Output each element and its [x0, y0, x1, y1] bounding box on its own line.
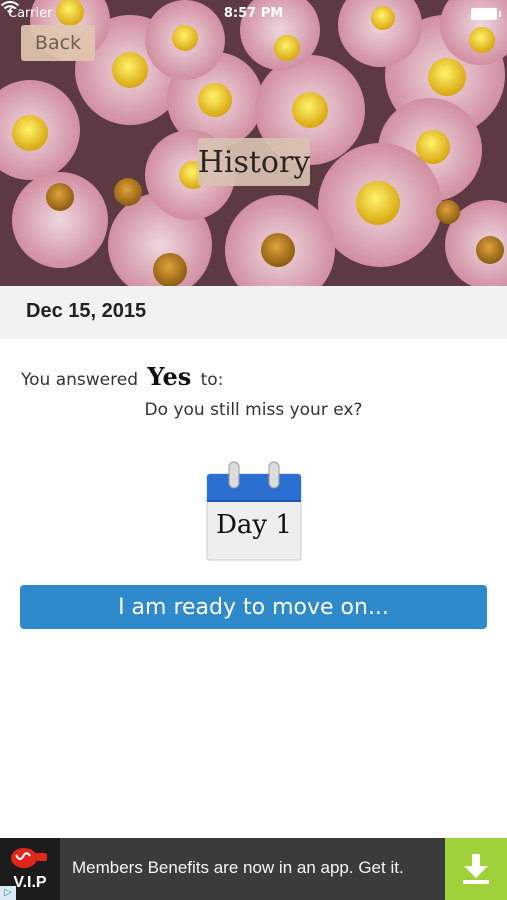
- page-title: History: [198, 138, 310, 186]
- battery-icon: [471, 8, 501, 20]
- status-time: 8:57 PM: [223, 6, 284, 21]
- answered-prefix: You answered: [21, 370, 138, 390]
- answered-line: You answered Yes to:: [21, 362, 223, 391]
- status-bar: Carrier 8:57 PM: [0, 0, 507, 28]
- answer-value: Yes: [147, 362, 192, 391]
- calendar-day-label: Day 1: [216, 510, 292, 540]
- ad-logo: V.I.P ▷: [0, 838, 60, 900]
- back-button[interactable]: Back: [21, 25, 95, 61]
- question-label: Do you still miss your ex?: [144, 400, 363, 420]
- ad-choices-icon[interactable]: ▷: [0, 886, 16, 900]
- ad-download-button[interactable]: [445, 838, 507, 900]
- date-header: Dec 15, 2015: [0, 286, 507, 339]
- ad-text: Members Benefits are now in an app. Get …: [72, 858, 404, 877]
- virgin-logo-icon: [11, 848, 47, 868]
- download-arrow-icon: [463, 854, 489, 884]
- move-on-button[interactable]: I am ready to move on...: [20, 585, 487, 629]
- entry-date: Dec 15, 2015: [26, 300, 147, 322]
- question-text: Do you still miss your ex?: [0, 400, 507, 420]
- hero-image: Carrier 8:57 PM Back History: [0, 0, 507, 286]
- ad-banner[interactable]: V.I.P ▷ Members Benefits are now in an a…: [0, 838, 507, 900]
- answered-suffix: to:: [200, 370, 224, 390]
